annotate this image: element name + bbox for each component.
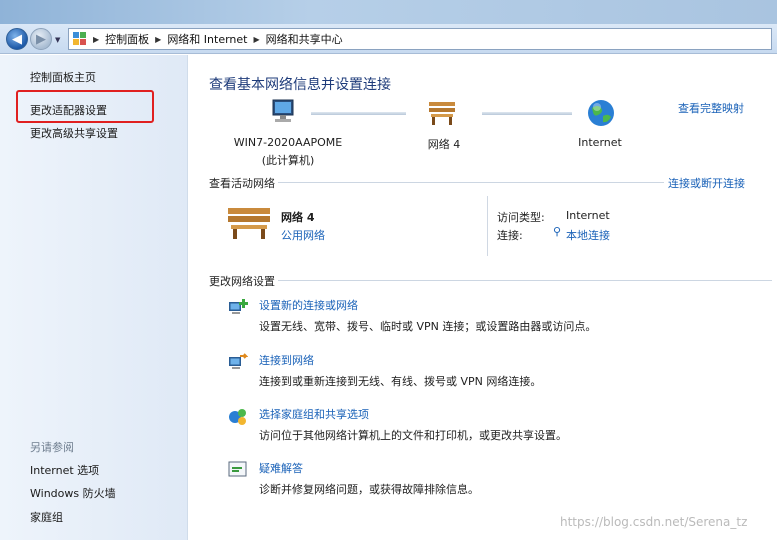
local-connection-link[interactable]: 本地连接 bbox=[566, 227, 610, 243]
sidebar-item-windows-firewall[interactable]: Windows 防火墙 bbox=[30, 485, 116, 501]
recent-pages-dropdown[interactable]: ▼ bbox=[55, 36, 60, 44]
network-bench-icon bbox=[228, 208, 270, 239]
network-bench-icon bbox=[429, 102, 455, 125]
task-setup-connection-link[interactable]: 设置新的连接或网络 bbox=[259, 297, 358, 313]
forward-button[interactable]: ▶ bbox=[30, 28, 52, 50]
breadcrumb-network-internet[interactable]: 网络和 Internet bbox=[167, 31, 247, 47]
sidebar-item-control-panel-home[interactable]: 控制面板主页 bbox=[30, 69, 96, 85]
watermark: https://blog.csdn.net/Serena_tz bbox=[560, 515, 748, 529]
sidebar-item-internet-options[interactable]: Internet 选项 bbox=[30, 462, 99, 478]
page-title: 查看基本网络信息并设置连接 bbox=[209, 77, 391, 93]
address-bar: ◀ ▶ ▼ ▶ 控制面板 ▶ 网络和 Internet ▶ 网络和共享中心 bbox=[0, 24, 777, 54]
computer-sublabel: (此计算机) bbox=[261, 154, 315, 167]
control-panel-icon bbox=[73, 32, 87, 46]
task-connect-network-desc: 连接到或重新连接到无线、有线、拨号或 VPN 网络连接。 bbox=[259, 375, 542, 388]
new-connection-icon bbox=[229, 299, 248, 314]
connection-line bbox=[482, 112, 572, 115]
computer-icon bbox=[272, 99, 294, 122]
task-troubleshoot-link[interactable]: 疑难解答 bbox=[259, 460, 303, 476]
internet-label: Internet bbox=[578, 136, 622, 149]
internet-globe-icon bbox=[588, 100, 614, 126]
ethernet-plug-icon: ⚲ bbox=[553, 225, 562, 238]
access-type-value: Internet bbox=[566, 209, 610, 222]
breadcrumb-separator: ▶ bbox=[253, 34, 260, 44]
divider bbox=[278, 182, 664, 183]
connection-label: 连接: bbox=[497, 229, 523, 242]
divider bbox=[278, 280, 772, 281]
sidebar: 控制面板主页 更改适配器设置 更改高级共享设置 另请参阅 Internet 选项… bbox=[0, 55, 188, 540]
troubleshoot-icon bbox=[228, 461, 247, 477]
breadcrumb-separator: ▶ bbox=[93, 34, 100, 44]
task-setup-connection-desc: 设置无线、宽带、拨号、临时或 VPN 连接；或设置路由器或访问点。 bbox=[259, 320, 597, 333]
connect-disconnect-link[interactable]: 连接或断开连接 bbox=[668, 175, 745, 191]
task-homegroup-link[interactable]: 选择家庭组和共享选项 bbox=[259, 406, 369, 422]
task-homegroup-desc: 访问位于其他网络计算机上的文件和打印机，或更改共享设置。 bbox=[259, 429, 567, 442]
divider bbox=[487, 196, 488, 256]
sidebar-item-homegroup[interactable]: 家庭组 bbox=[30, 509, 63, 525]
arrow-right-icon: ▶ bbox=[36, 31, 46, 47]
network-name: 网络 4 bbox=[427, 138, 461, 151]
access-type-label: 访问类型: bbox=[497, 211, 545, 224]
network-map: WIN7-2020AAPOME (此计算机) 网络 4 Internet bbox=[209, 98, 769, 168]
network-type-link[interactable]: 公用网络 bbox=[281, 227, 325, 243]
connect-network-icon bbox=[229, 353, 248, 369]
breadcrumb-sharing-center[interactable]: 网络和共享中心 bbox=[266, 31, 343, 47]
change-settings-header: 更改网络设置 bbox=[209, 275, 275, 288]
sidebar-item-change-adapter[interactable]: 更改适配器设置 bbox=[30, 102, 107, 118]
homegroup-icon bbox=[229, 409, 246, 425]
computer-name: WIN7-2020AAPOME bbox=[233, 136, 343, 149]
task-troubleshoot-desc: 诊断并修复网络问题，或获得故障排除信息。 bbox=[259, 483, 479, 496]
task-connect-network-link[interactable]: 连接到网络 bbox=[259, 352, 314, 368]
active-network-name: 网络 4 bbox=[281, 211, 315, 224]
see-also-heading: 另请参阅 bbox=[30, 441, 74, 454]
address-box[interactable]: ▶ 控制面板 ▶ 网络和 Internet ▶ 网络和共享中心 bbox=[68, 28, 772, 50]
connection-line bbox=[311, 112, 406, 115]
active-networks-header: 查看活动网络 bbox=[209, 177, 275, 190]
window-title-strip bbox=[0, 0, 777, 24]
back-button[interactable]: ◀ bbox=[6, 28, 28, 50]
arrow-left-icon: ◀ bbox=[12, 31, 22, 47]
sidebar-item-advanced-sharing[interactable]: 更改高级共享设置 bbox=[30, 125, 118, 141]
breadcrumb-control-panel[interactable]: 控制面板 bbox=[105, 31, 149, 47]
breadcrumb-separator: ▶ bbox=[155, 34, 162, 44]
